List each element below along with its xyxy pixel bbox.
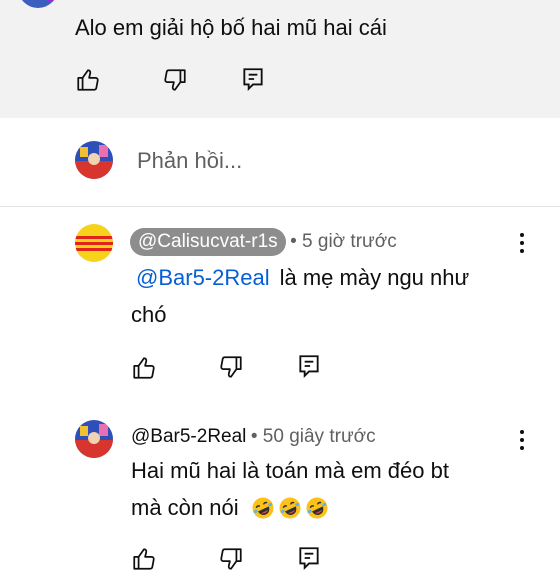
reply-input[interactable]: Phản hồi... — [137, 148, 242, 174]
thumbs-down-icon[interactable] — [216, 352, 246, 382]
timestamp: • 5 giờ trước — [290, 231, 397, 252]
my-avatar — [75, 141, 113, 179]
reply-text-line: chó — [131, 302, 167, 327]
thumbs-up-icon[interactable] — [129, 544, 159, 574]
emoji-group — [251, 495, 332, 520]
rolling-on-floor-laughing-emoji — [252, 497, 274, 519]
reply-comment-icon[interactable] — [294, 351, 324, 381]
reply-header: @Calisucvat-r1s • 5 giờ trước — [130, 228, 397, 256]
reply-text-line: Hai mũ hai là toán mà em đéo bt — [131, 458, 449, 483]
more-vert-icon[interactable] — [512, 427, 532, 453]
reply-text-line: mà còn nói — [131, 495, 239, 520]
author-handle[interactable]: @Bar5-2Real — [131, 426, 246, 447]
reply-text: Hai mũ hai là toán mà em đéo bt mà còn n… — [131, 452, 531, 526]
more-vert-icon[interactable] — [512, 230, 532, 256]
thumbs-up-icon[interactable] — [73, 65, 103, 95]
rolling-on-floor-laughing-emoji — [279, 497, 301, 519]
mention-link[interactable]: @Bar5-2Real — [136, 265, 270, 290]
reply-text: @Bar5-2Real là mẹ mày ngu như chó — [131, 259, 521, 333]
reply-header: @Bar5-2Real • 50 giây trước — [131, 424, 376, 450]
reply-comment-icon[interactable] — [294, 543, 324, 573]
thumbs-down-icon[interactable] — [216, 544, 246, 574]
thumbs-up-icon[interactable] — [129, 353, 159, 383]
reply-avatar[interactable] — [75, 420, 113, 458]
reply-comment-icon[interactable] — [238, 64, 268, 94]
parent-comment-text: Alo em giải hộ bố hai mũ hai cái — [75, 15, 387, 40]
reply-avatar[interactable] — [75, 224, 113, 262]
reply-text-line: là mẹ mày ngu như — [279, 265, 470, 290]
rolling-on-floor-laughing-emoji — [306, 497, 328, 519]
timestamp: • 50 giây trước — [250, 426, 376, 447]
divider — [0, 206, 560, 207]
author-handle[interactable]: @Calisucvat-r1s — [130, 228, 286, 256]
thumbs-down-icon[interactable] — [160, 65, 190, 95]
